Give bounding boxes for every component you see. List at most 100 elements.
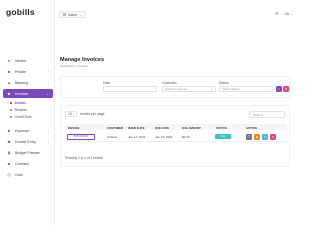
chevron-right-icon: › [47, 139, 49, 144]
trash-icon: ✕ [284, 87, 288, 91]
chevron-right-icon: › [47, 80, 49, 85]
bank-icon: ▲ [7, 79, 11, 85]
sidebar-item-label: Private [15, 69, 27, 74]
expense-icon: ■ [7, 127, 11, 133]
bullet-icon [10, 109, 12, 111]
user-menu[interactable]: ⚙ Ulv ⌄ [275, 11, 294, 16]
sidebar-item-label: Double Entry [15, 139, 36, 144]
invoice-icon: ■ [7, 90, 11, 96]
sidebar-item-label: Vendor [15, 58, 27, 63]
sidebar-item-expense[interactable]: ■ Expense › [3, 126, 53, 135]
sidebar-item-banking[interactable]: ▲ Banking › [3, 78, 53, 87]
invoice-table-card: 10 ⌄ entries per page Search... INVOICE … [60, 105, 290, 167]
sidebar-item-label: Goal [15, 172, 23, 177]
search-button[interactable]: ⌕ [276, 86, 282, 92]
top-bar: Natus ⌄ ⚙ Ulv ⌄ [55, 0, 300, 40]
search-icon: ⌕ [278, 87, 280, 91]
column-header[interactable]: DUE DATE [155, 126, 169, 130]
chevron-down-icon: ⌄ [72, 112, 75, 116]
customer-placeholder: Select Customer [165, 87, 188, 91]
search-placeholder: Search... [253, 112, 266, 117]
sidebar: gobills ● Vendor ■ Private › ▲ Banking ›… [0, 0, 55, 225]
column-header[interactable]: STATUS [216, 126, 227, 130]
eye-icon: ◉ [255, 134, 259, 139]
sidebar-item-label: Budget Planner [15, 150, 40, 155]
chevron-down-icon: ⌄ [46, 91, 49, 96]
breadcrumb[interactable]: Dashboard > Invoice [60, 64, 88, 68]
sidebar-item-label: Banking [15, 80, 28, 85]
chevron-down-icon: ⌄ [210, 87, 213, 91]
invoice-number-button[interactable]: #INVO00001 [67, 133, 95, 140]
customer-cell: Andrew [107, 135, 118, 139]
sidebar-subitem-label: Retainer [14, 108, 28, 112]
issue-date-cell: Jan 17, 2023 [128, 135, 146, 139]
status-placeholder: Select Status [222, 87, 240, 91]
chevron-right-icon: › [47, 128, 49, 133]
gear-icon[interactable]: ⚙ [275, 11, 279, 16]
due-amount-cell: $0.00 [182, 135, 190, 139]
delete-button[interactable]: ✕ [270, 133, 276, 140]
sidebar-item-goal[interactable]: ◎ Goal [3, 170, 53, 179]
filter-card: Date Customer Select Customer ⌄ Status S… [60, 76, 290, 98]
app-logo[interactable]: gobills [6, 7, 35, 17]
table-row: #INVO00001 Andrew Jan 17, 2023 Jan 13, 2… [65, 132, 287, 142]
business-icon [63, 13, 66, 16]
sidebar-item-budget-planner[interactable]: ▮ Budget Planner [3, 148, 53, 157]
column-header[interactable]: DUE AMOUNT [182, 126, 201, 130]
customer-select[interactable]: Select Customer ⌄ [162, 86, 216, 92]
copy-icon: ❐ [247, 134, 251, 139]
column-header: ACTION [246, 125, 257, 130]
sidebar-subitem-invoice[interactable]: Invoice [10, 101, 26, 105]
business-switcher[interactable]: Natus ⌄ [59, 11, 87, 18]
sidebar-item-contract[interactable]: ■ Contract [3, 159, 53, 168]
status-badge: Paid [215, 134, 231, 139]
per-page-label: entries per page [80, 112, 105, 116]
business-label: Natus [68, 12, 77, 17]
sidebar-item-vendor[interactable]: ● Vendor [3, 56, 53, 65]
column-header[interactable]: CUSTOMER [107, 126, 123, 130]
edit-button[interactable]: ✎ [262, 133, 268, 140]
view-button[interactable]: ◉ [254, 133, 260, 140]
pencil-icon: ✎ [263, 134, 267, 139]
chevron-down-icon: ⌄ [79, 12, 83, 17]
target-icon: ◎ [7, 171, 11, 177]
chart-icon: ▮ [7, 149, 11, 155]
sidebar-subitem-retainer[interactable]: Retainer [10, 108, 27, 112]
sidebar-subitem-credit-note[interactable]: Credit Note [10, 115, 32, 119]
person-icon: ● [7, 57, 11, 63]
sidebar-subitem-label: Credit Note [14, 115, 32, 119]
reset-button[interactable]: ✕ [283, 86, 289, 92]
sidebar-item-label: Contract [15, 161, 29, 166]
contract-icon: ■ [7, 160, 11, 166]
column-header[interactable]: ISSUE DATE [128, 126, 145, 130]
date-field[interactable] [103, 86, 157, 92]
duplicate-button[interactable]: ❐ [246, 133, 252, 140]
sidebar-item-invoices[interactable]: ■ Invoices ⌄ [3, 89, 53, 98]
ledger-icon: ◆ [7, 138, 11, 144]
sidebar-item-private[interactable]: ■ Private › [3, 67, 53, 76]
sidebar-subitem-label: Invoice [14, 101, 27, 105]
chevron-down-icon: ⌄ [267, 87, 270, 91]
date-label: Date [103, 81, 111, 85]
column-header[interactable]: INVOICE [68, 126, 80, 130]
per-page-control: 10 ⌄ entries per page [65, 111, 105, 117]
trash-icon: ✕ [271, 134, 275, 139]
chevron-down-icon: ⌄ [291, 11, 294, 16]
pagination-info: Showing 1 to 1 of 1 entries [65, 156, 103, 160]
bullet-icon [10, 116, 12, 118]
customer-label: Customer [162, 81, 177, 85]
lock-icon: ■ [7, 68, 11, 74]
bullet-icon [10, 102, 12, 104]
page-title: Manage Invoices [60, 57, 105, 63]
status-label: Status [219, 81, 229, 85]
chevron-right-icon: › [47, 69, 49, 74]
due-date-cell: Jan 13, 2023 [155, 135, 173, 139]
sidebar-item-label: Expense [15, 128, 29, 133]
user-name: Ulv [284, 11, 290, 16]
per-page-select[interactable]: 10 ⌄ [65, 111, 77, 117]
table-header: INVOICE CUSTOMER ISSUE DATE DUE DATE DUE… [65, 124, 287, 130]
status-select[interactable]: Select Status ⌄ [219, 86, 273, 92]
sidebar-item-label: Invoices [15, 91, 29, 96]
search-input[interactable]: Search... [249, 111, 285, 118]
sidebar-item-double-entry[interactable]: ◆ Double Entry › [3, 137, 53, 146]
